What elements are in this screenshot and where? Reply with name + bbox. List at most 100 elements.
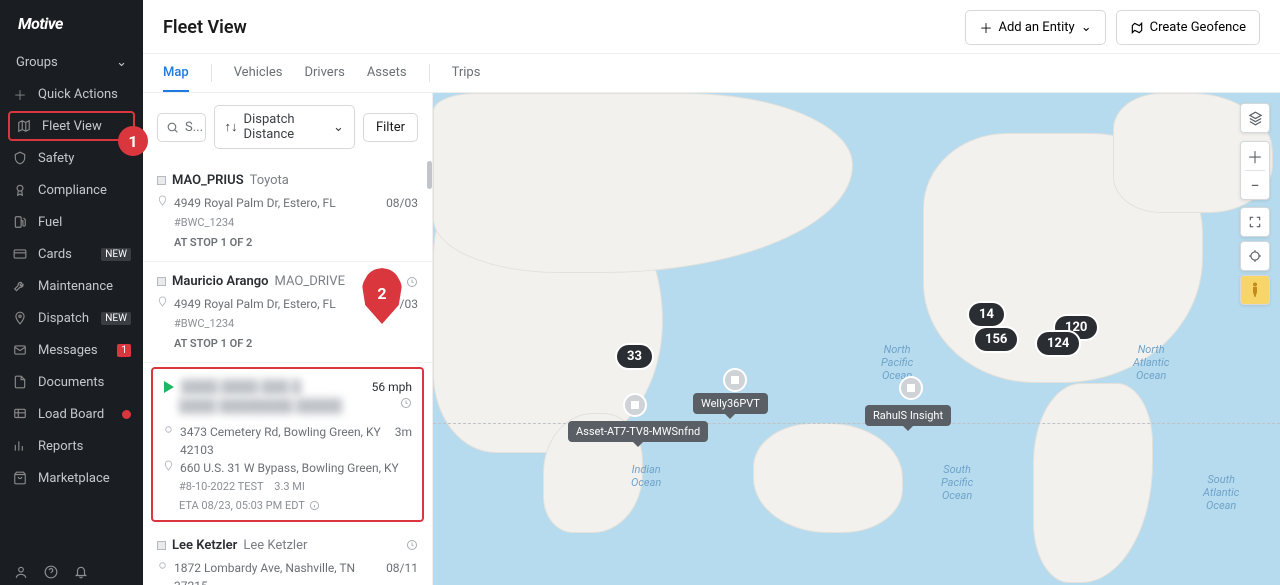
filter-button[interactable]: Filter (363, 113, 418, 142)
card-ref: #BWC_1234 (174, 316, 394, 333)
scrollbar-thumb[interactable] (427, 161, 432, 189)
tabs: Map Vehicles Drivers Assets Trips (143, 54, 1280, 93)
user-icon[interactable] (14, 565, 28, 579)
header: Fleet View ＋ Add an Entity ⌄ Create Geof… (143, 0, 1280, 54)
card-date: 08/03 (386, 194, 418, 212)
card-ref: #8-10-2022 TEST (179, 480, 263, 493)
create-geofence-label: Create Geofence (1150, 20, 1246, 35)
sidebar-item-messages[interactable]: Messages 1 (0, 334, 143, 366)
help-icon[interactable] (44, 565, 58, 579)
card-sub: Toyota (250, 173, 289, 188)
circle-icon (157, 560, 168, 571)
map-asset-marker[interactable] (723, 368, 747, 392)
map-asset-marker[interactable] (899, 376, 923, 400)
vehicle-card[interactable]: MAO_PRIUS Toyota 4949 Royal Palm Dr, Est… (143, 161, 432, 262)
card-name: ████ ████ ███ █ (181, 379, 301, 395)
map-asset-marker[interactable] (623, 393, 647, 417)
card-distance: 3.3 MI (274, 480, 305, 493)
clock-icon (400, 397, 412, 409)
pin-icon (157, 296, 168, 307)
card-name: Mauricio Arango (172, 274, 269, 289)
map-label-pill[interactable]: RahulS Insight (865, 405, 951, 426)
info-icon (309, 500, 320, 511)
pegman-icon (1241, 276, 1269, 304)
layers-icon (1241, 104, 1269, 132)
map-cluster[interactable]: 14 (967, 301, 1006, 328)
add-entity-button[interactable]: ＋ Add an Entity ⌄ (965, 10, 1105, 45)
circle-icon (163, 424, 174, 435)
vehicle-card-selected[interactable]: ████ ████ ███ █ 56 mph ████ ████████ ███… (151, 367, 424, 522)
fuel-icon (12, 214, 28, 230)
shield-icon (12, 150, 28, 166)
vehicle-card[interactable]: Lee Ketzler Lee Ketzler 1872 Lombardy Av… (143, 526, 432, 585)
bell-icon[interactable] (74, 565, 88, 579)
plus-icon: ＋ (979, 18, 992, 37)
groups-dropdown[interactable]: Groups ⌄ (0, 47, 143, 78)
search-placeholder: S... (185, 120, 203, 135)
brand-logo: Motive (0, 0, 143, 43)
new-tag: NEW (101, 248, 131, 261)
fullscreen-button[interactable] (1240, 207, 1270, 237)
map-cluster[interactable]: 124 (1035, 330, 1081, 357)
tab-assets[interactable]: Assets (367, 54, 407, 92)
chevron-down-icon: ⌄ (1081, 20, 1092, 35)
status-square-icon (157, 277, 166, 286)
card-speed: 56 mph (372, 380, 412, 394)
chevron-down-icon: ⌄ (333, 120, 344, 135)
card-date: 08/11 (386, 559, 418, 577)
quick-actions[interactable]: ＋ Quick Actions (0, 78, 143, 110)
card-date: /03 (400, 295, 418, 313)
sidebar-item-fleet-view[interactable]: Fleet View (8, 111, 135, 141)
sidebar-item-cards[interactable]: Cards NEW (0, 238, 143, 270)
vehicle-list[interactable]: MAO_PRIUS Toyota 4949 Royal Palm Dr, Est… (143, 161, 432, 585)
tab-map[interactable]: Map (163, 54, 189, 92)
sidebar-item-label: Fuel (38, 215, 62, 230)
map-label-pill[interactable]: Asset-AT7-TV8-MWSnfnd (568, 421, 708, 442)
main-panel: Fleet View ＋ Add an Entity ⌄ Create Geof… (143, 0, 1280, 585)
zoom-controls: ＋ − (1240, 141, 1270, 200)
card-sub: ████ ████████ █████ (179, 397, 342, 417)
fullscreen-icon (1241, 208, 1269, 236)
sidebar-item-label: Messages (38, 343, 98, 358)
search-input[interactable]: S... (157, 113, 206, 142)
sidebar-item-maintenance[interactable]: Maintenance (0, 270, 143, 302)
map-canvas[interactable]: North Pacific OceanSouth Pacific OceanNo… (433, 93, 1280, 585)
plus-icon: ＋ (12, 86, 28, 102)
sidebar-item-documents[interactable]: Documents (0, 366, 143, 398)
locate-button[interactable] (1240, 241, 1270, 271)
messages-count-badge: 1 (117, 344, 131, 357)
page-title: Fleet View (163, 17, 247, 38)
groups-label: Groups (16, 55, 58, 70)
sidebar-item-fuel[interactable]: Fuel (0, 206, 143, 238)
status-square-icon (157, 541, 166, 550)
zoom-in-button[interactable]: ＋ (1241, 142, 1269, 170)
zoom-out-button[interactable]: − (1241, 171, 1269, 199)
card-name: MAO_PRIUS (172, 173, 244, 188)
sidebar-item-label: Reports (38, 439, 83, 454)
card-mins: 3m (395, 423, 412, 441)
sidebar-item-label: Fleet View (42, 119, 102, 134)
card-icon (12, 246, 28, 262)
tab-vehicles[interactable]: Vehicles (234, 54, 283, 92)
map-label-pill[interactable]: Welly36PVT (693, 393, 768, 414)
sidebar-item-label: Documents (38, 375, 104, 390)
sidebar-item-reports[interactable]: Reports (0, 430, 143, 462)
tab-trips[interactable]: Trips (452, 54, 481, 92)
card-address: 1872 Lombardy Ave, Nashville, TN 37215 (174, 559, 380, 585)
sort-icon: ↑↓ (225, 119, 238, 135)
sidebar-item-dispatch[interactable]: Dispatch NEW (0, 302, 143, 334)
layers-button[interactable] (1240, 103, 1270, 133)
sidebar-item-label: Cards (38, 247, 72, 262)
status-square-icon (157, 176, 166, 185)
tab-drivers[interactable]: Drivers (304, 54, 344, 92)
sidebar-item-load-board[interactable]: Load Board (0, 398, 143, 430)
card-eta: ETA 08/23, 05:03 PM EDT (179, 499, 305, 512)
sidebar-item-marketplace[interactable]: Marketplace (0, 462, 143, 494)
sidebar-item-compliance[interactable]: Compliance (0, 174, 143, 206)
card-name: Lee Ketzler (172, 538, 237, 553)
map-cluster[interactable]: 33 (615, 343, 654, 370)
create-geofence-button[interactable]: Create Geofence (1116, 10, 1260, 45)
pegman-button[interactable] (1240, 275, 1270, 305)
sort-dropdown[interactable]: ↑↓ Dispatch Distance ⌄ (214, 105, 355, 149)
map-cluster[interactable]: 156 (973, 326, 1019, 353)
